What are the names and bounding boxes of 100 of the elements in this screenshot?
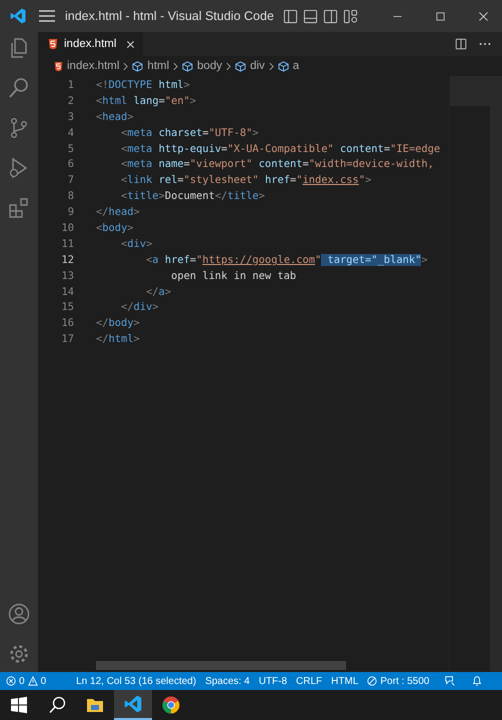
vscode-logo-icon: [9, 7, 27, 25]
code-attribute: content: [339, 142, 384, 154]
chevron-icon: [123, 62, 128, 70]
line-number: 17: [60, 333, 74, 346]
code-punctuation: >: [421, 254, 428, 266]
line-number: 9: [66, 206, 74, 218]
code-punctuation: >: [134, 206, 140, 218]
status-item[interactable]: Spaces: 4: [205, 676, 250, 686]
code-tag: title: [227, 190, 259, 202]
code-attribute: http-equiv: [158, 142, 222, 154]
line-number: 16: [60, 317, 74, 330]
code-punctuation: <: [121, 174, 128, 186]
breadcrumb-item[interactable]: a: [292, 60, 300, 72]
feedback-icon[interactable]: [444, 675, 456, 687]
code-string: "en": [164, 94, 190, 107]
status-item[interactable]: CRLF: [296, 676, 322, 686]
code-string: "viewport": [190, 158, 252, 170]
code-tag: meta: [127, 158, 152, 170]
code-text: =: [302, 158, 309, 170]
html-file-icon: [48, 38, 58, 50]
code-text: open link in new tab: [171, 270, 296, 282]
panel-layout-icon[interactable]: [302, 8, 318, 24]
breadcrumb-item[interactable]: index.html: [67, 60, 120, 72]
cube-icon: [132, 60, 144, 72]
code-string: "UTF-8": [208, 126, 252, 139]
code-punctuation: </: [121, 301, 134, 314]
line-number: 10: [60, 222, 74, 234]
code-tag: link: [127, 174, 152, 186]
code-punctuation: >: [252, 126, 259, 139]
code-punctuation: <: [121, 142, 128, 154]
code-attribute: charset: [158, 126, 202, 139]
code-punctuation: </: [146, 286, 159, 298]
scrollbar[interactable]: [490, 76, 502, 672]
account-icon[interactable]: [7, 602, 31, 626]
code-text: =: [177, 174, 184, 186]
line-number: 2: [66, 94, 74, 107]
code-string: ": [358, 174, 366, 186]
ban-icon: [367, 676, 378, 686]
customize-layout-icon[interactable]: [342, 8, 358, 24]
code-punctuation: <: [96, 110, 102, 123]
code-string: ": [196, 254, 202, 266]
split-editor-icon[interactable]: [454, 37, 468, 51]
code-punctuation: >: [365, 174, 372, 186]
code-tag: html: [102, 94, 128, 107]
line-number: 7: [66, 174, 74, 186]
breadcrumb-item[interactable]: div: [250, 60, 265, 72]
port-label: Port : 5500: [380, 676, 430, 686]
code-punctuation: <: [121, 126, 128, 139]
code-punctuation: <: [121, 158, 128, 170]
status-item[interactable]: UTF-8: [258, 676, 288, 686]
code-tag: title: [127, 190, 159, 202]
code-text: =: [202, 126, 209, 139]
sidebar-layout-icon[interactable]: [282, 8, 298, 24]
code-punctuation: <: [96, 94, 102, 107]
code-punctuation: <: [121, 190, 128, 202]
code-tag: a: [152, 254, 159, 266]
live-server-port[interactable]: Port : 5500: [367, 676, 430, 686]
line-number: 13: [60, 270, 74, 282]
maximize-icon[interactable]: [434, 10, 447, 22]
menu-icon[interactable]: [39, 10, 55, 22]
cube-icon: [235, 60, 246, 72]
split-layout-icon[interactable]: [322, 8, 338, 24]
vscode-logo-icon[interactable]: [123, 694, 143, 714]
status-item[interactable]: HTML: [331, 676, 358, 686]
editor-tab[interactable]: index.html: [38, 32, 144, 56]
code-tag: meta: [127, 142, 152, 154]
code-punctuation: >: [146, 238, 152, 250]
cube-icon: [278, 60, 289, 72]
code-text: =: [221, 142, 228, 154]
windows-start-icon[interactable]: [9, 695, 29, 715]
html-file-icon: [54, 60, 63, 72]
code-string: "X-UA-Compatible": [227, 142, 334, 154]
search-icon[interactable]: [47, 695, 67, 715]
code-attribute: rel: [158, 174, 178, 186]
code-punctuation: >: [184, 78, 190, 91]
close-icon[interactable]: [477, 10, 490, 22]
chevron-icon: [226, 62, 232, 70]
line-number: 8: [66, 190, 74, 202]
code-punctuation: >: [258, 190, 265, 202]
code-tag: a: [158, 286, 165, 298]
code-punctuation: >: [134, 333, 140, 346]
code-punctuation: <!: [96, 78, 109, 91]
status-item[interactable]: Ln 12, Col 53 (16 selected): [76, 676, 196, 686]
code-punctuation: <: [121, 238, 128, 250]
close-icon[interactable]: [126, 40, 136, 48]
problems-indicator[interactable]: 0 0: [6, 676, 46, 686]
code-attribute: href: [164, 254, 190, 266]
scrollbar[interactable]: [96, 661, 346, 670]
window-title: index.html - html - Visual Studio Code: [65, 9, 274, 23]
chrome-logo-icon[interactable]: [161, 695, 181, 715]
code-punctuation: </: [214, 190, 228, 202]
code-tag: body: [108, 317, 134, 330]
breadcrumb-item[interactable]: body: [197, 60, 222, 72]
code-text: =: [158, 94, 165, 107]
chevron-icon: [173, 62, 178, 70]
code-text: =: [184, 158, 190, 170]
breadcrumb-item[interactable]: html: [147, 60, 170, 72]
bell-icon[interactable]: [471, 675, 484, 687]
chevron-icon: [268, 62, 274, 70]
warning-icon: [28, 676, 38, 686]
